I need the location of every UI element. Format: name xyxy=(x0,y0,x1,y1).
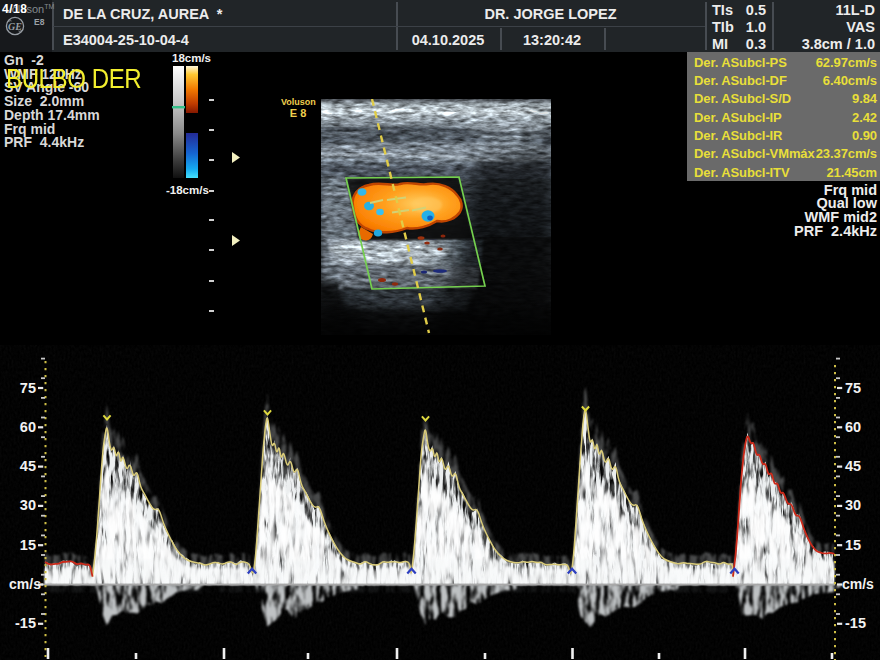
svg-text:GE: GE xyxy=(8,21,22,32)
